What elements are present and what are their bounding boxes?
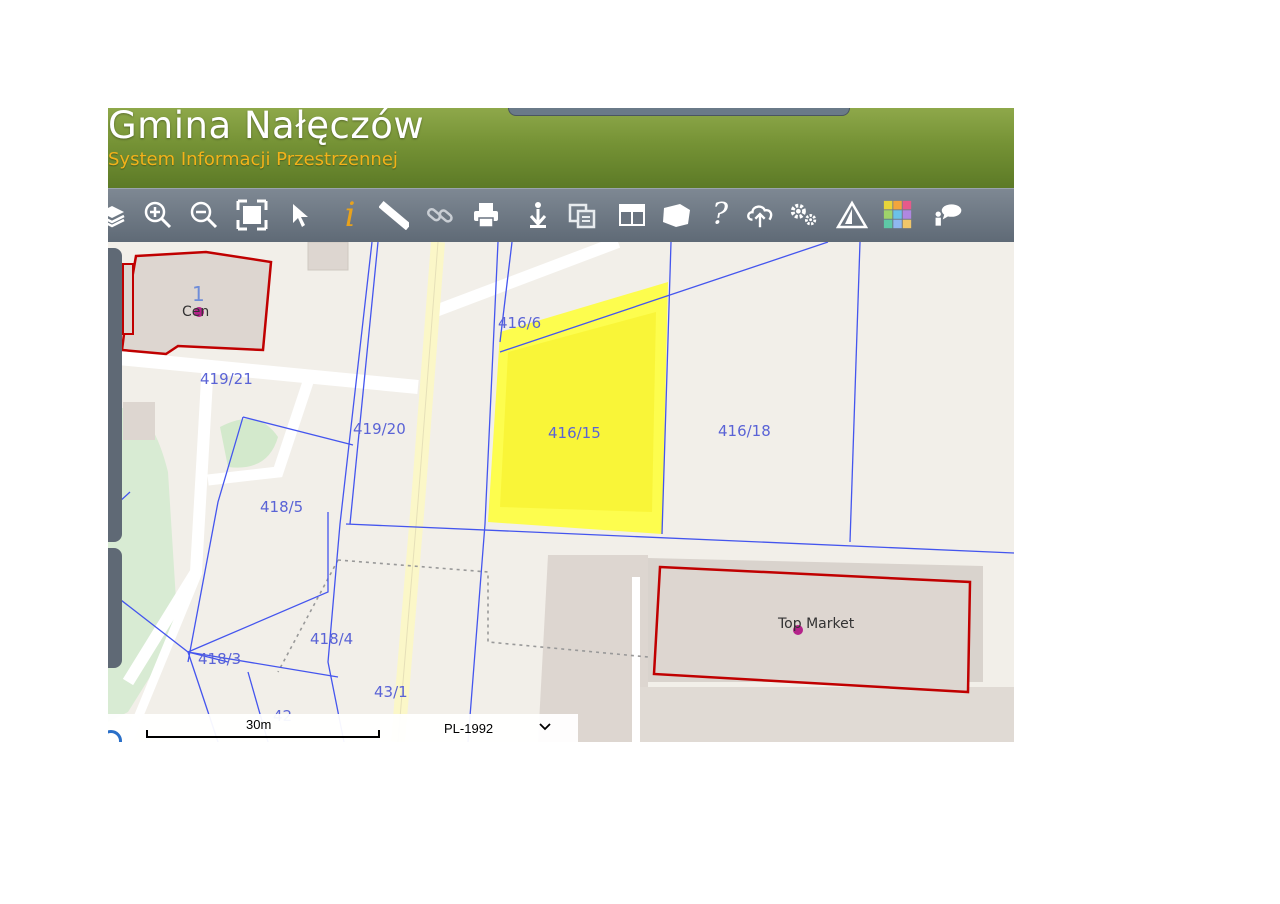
building-label: Cen	[182, 304, 210, 320]
parcel-label: 416/6	[498, 314, 542, 332]
scale-label: 30m	[246, 717, 272, 732]
app-header: Gmina Nałęczów System Informacji Przestr…	[108, 108, 1014, 188]
app-subtitle: System Informacji Przestrzennej	[108, 149, 398, 170]
chevron-down-icon[interactable]	[538, 720, 552, 734]
copy-icon[interactable]	[566, 197, 598, 233]
parcel-label: 1	[192, 282, 205, 306]
parcel-label: 416/18	[718, 422, 771, 440]
settings-icon[interactable]	[788, 197, 820, 233]
link-icon[interactable]	[424, 197, 456, 233]
map-toolbar: i ?	[108, 188, 1014, 242]
left-side-panel-bottom[interactable]	[108, 548, 122, 668]
help-glyph: ?	[711, 197, 729, 232]
parcel-label-selected[interactable]: 416/15	[548, 424, 601, 442]
scale-bar: 30m PL-1992	[108, 714, 578, 742]
parcel-label: 43/1	[374, 683, 408, 701]
layers-icon[interactable]	[108, 197, 128, 233]
help-icon[interactable]: ?	[704, 197, 736, 233]
compass-icon[interactable]	[108, 730, 122, 742]
ruler-icon[interactable]	[378, 197, 410, 233]
header-tab-handle[interactable]	[508, 108, 850, 116]
info-glyph: i	[344, 195, 356, 235]
warning-icon[interactable]	[836, 197, 868, 233]
user-chat-icon[interactable]	[932, 197, 964, 233]
shape-icon[interactable]	[660, 197, 692, 233]
map-basemap	[108, 242, 1014, 742]
print-icon[interactable]	[470, 197, 502, 233]
left-side-panel-top[interactable]	[108, 248, 122, 542]
info-icon[interactable]: i	[334, 197, 366, 233]
full-extent-icon[interactable]	[236, 197, 268, 233]
zoom-out-icon[interactable]	[188, 197, 220, 233]
building-label: Top Market	[778, 616, 855, 632]
download-icon[interactable]	[522, 197, 554, 233]
palette-icon[interactable]	[882, 197, 914, 233]
parcel-label: 418/5	[260, 498, 304, 516]
map-canvas[interactable]: 416/6 419/21 419/20 416/15 416/18 418/5 …	[108, 242, 1014, 742]
cloud-upload-icon[interactable]	[744, 197, 776, 233]
gis-app-window: Gmina Nałęczów System Informacji Przestr…	[108, 108, 1014, 742]
layout-icon[interactable]	[616, 197, 648, 233]
parcel-label: 419/21	[200, 370, 253, 388]
zoom-in-icon[interactable]	[142, 197, 174, 233]
parcel-label: 418/4	[310, 630, 354, 648]
app-title: Gmina Nałęczów	[108, 108, 425, 147]
crs-select[interactable]: PL-1992	[444, 721, 493, 736]
pointer-icon[interactable]	[284, 197, 316, 233]
parcel-label: 418/3	[198, 650, 242, 668]
parcel-label: 419/20	[353, 420, 406, 438]
